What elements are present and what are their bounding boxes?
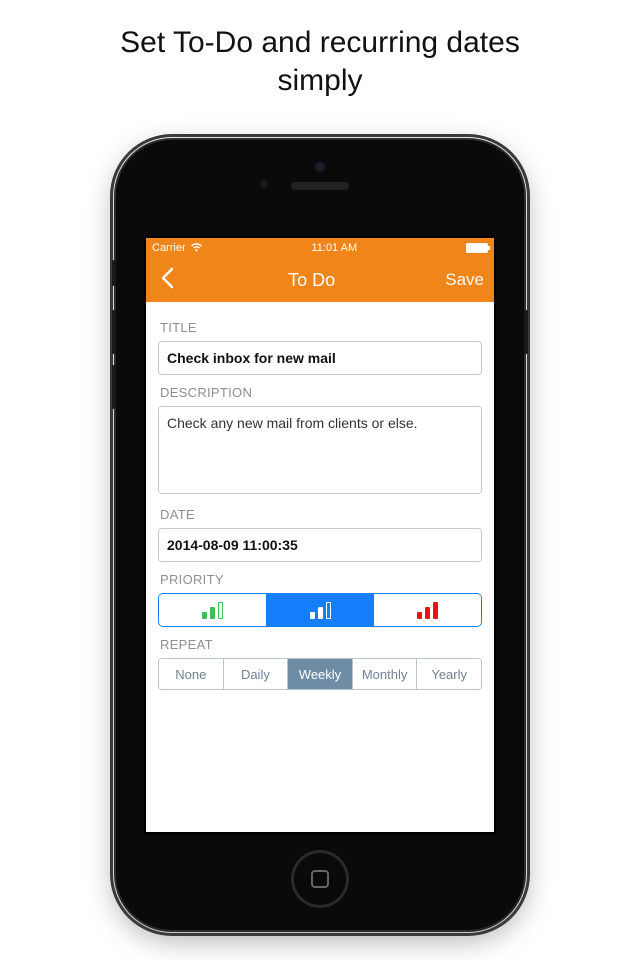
form-content: TITLE DESCRIPTION DATE PRIORITY REPEAT bbox=[146, 302, 494, 832]
repeat-none-label: None bbox=[175, 667, 206, 682]
promo-title: Set To-Do and recurring dates simply bbox=[0, 0, 640, 99]
wifi-icon bbox=[190, 242, 203, 255]
bars-high-icon bbox=[417, 601, 438, 619]
title-input[interactable] bbox=[158, 341, 482, 375]
repeat-yearly[interactable]: Yearly bbox=[417, 659, 481, 689]
priority-segmented bbox=[158, 593, 482, 627]
repeat-weekly-label: Weekly bbox=[299, 667, 341, 682]
chevron-left-icon bbox=[160, 267, 174, 289]
promo-line2: simply bbox=[277, 64, 362, 97]
repeat-none[interactable]: None bbox=[159, 659, 224, 689]
save-button[interactable]: Save bbox=[445, 270, 484, 290]
page-title: To Do bbox=[288, 270, 335, 291]
volume-down bbox=[112, 365, 116, 409]
carrier-label: Carrier bbox=[152, 242, 186, 254]
date-input[interactable] bbox=[158, 528, 482, 562]
repeat-daily[interactable]: Daily bbox=[224, 659, 289, 689]
phone-frame: Carrier 11:01 AM To Do Save TITLE DESCRI… bbox=[116, 140, 524, 930]
repeat-monthly-label: Monthly bbox=[362, 667, 408, 682]
description-input[interactable] bbox=[158, 406, 482, 494]
nav-bar: To Do Save bbox=[146, 258, 494, 302]
date-section-label: DATE bbox=[160, 507, 480, 522]
status-time: 11:01 AM bbox=[311, 242, 357, 254]
bars-medium-icon bbox=[310, 601, 331, 619]
power-button bbox=[524, 310, 528, 354]
repeat-daily-label: Daily bbox=[241, 667, 270, 682]
back-button[interactable] bbox=[156, 267, 178, 293]
home-square-icon bbox=[311, 870, 329, 888]
front-camera bbox=[315, 162, 325, 172]
mute-switch bbox=[112, 260, 116, 286]
speaker bbox=[291, 182, 349, 190]
proximity-sensor bbox=[260, 180, 268, 188]
title-section-label: TITLE bbox=[160, 320, 480, 335]
repeat-yearly-label: Yearly bbox=[431, 667, 467, 682]
home-button[interactable] bbox=[291, 850, 349, 908]
priority-low[interactable] bbox=[159, 594, 267, 626]
bars-low-icon bbox=[202, 601, 223, 619]
priority-medium[interactable] bbox=[267, 594, 375, 626]
repeat-weekly[interactable]: Weekly bbox=[288, 659, 353, 689]
description-section-label: DESCRIPTION bbox=[160, 385, 480, 400]
repeat-section-label: REPEAT bbox=[160, 637, 480, 652]
priority-section-label: PRIORITY bbox=[160, 572, 480, 587]
priority-high[interactable] bbox=[374, 594, 481, 626]
repeat-monthly[interactable]: Monthly bbox=[353, 659, 418, 689]
volume-up bbox=[112, 310, 116, 354]
repeat-segmented: None Daily Weekly Monthly Yearly bbox=[158, 658, 482, 690]
battery-icon bbox=[466, 243, 488, 253]
status-bar: Carrier 11:01 AM bbox=[146, 238, 494, 258]
promo-line1: Set To-Do and recurring dates bbox=[120, 26, 520, 59]
screen: Carrier 11:01 AM To Do Save TITLE DESCRI… bbox=[144, 236, 496, 834]
